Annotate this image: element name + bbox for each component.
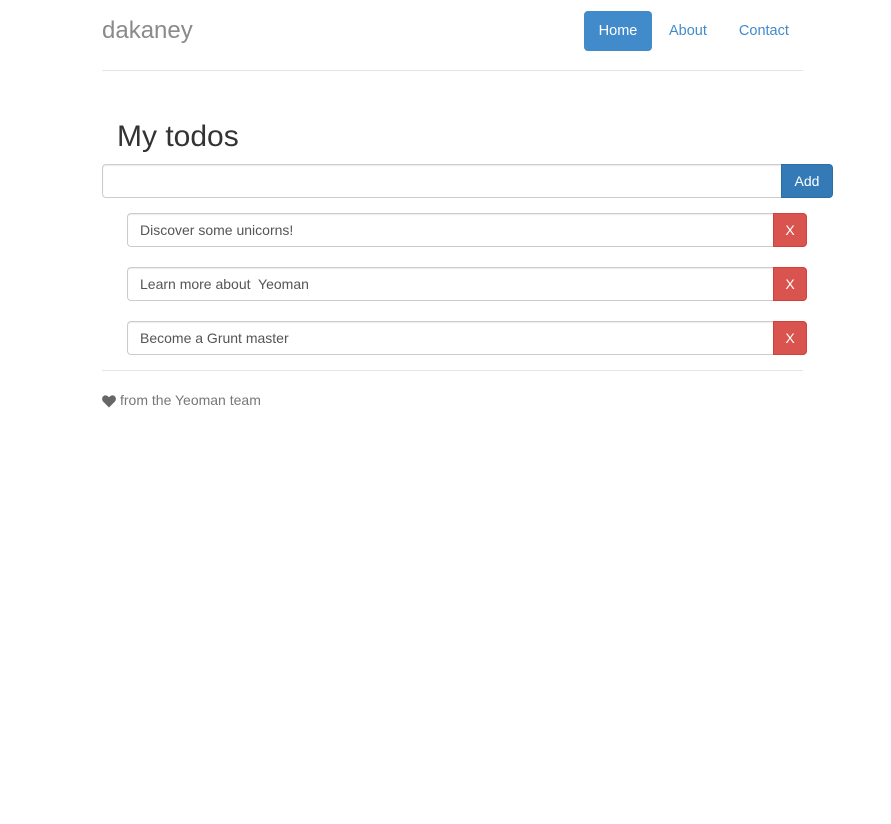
todo-item: X: [127, 321, 807, 355]
nav-item-home[interactable]: Home: [584, 11, 652, 51]
nav-item-about[interactable]: About: [653, 11, 723, 51]
todo-item: X: [127, 213, 807, 247]
add-todo-form: Add: [102, 164, 833, 198]
todo-text-input[interactable]: [127, 267, 773, 301]
todo-text-input[interactable]: [127, 213, 773, 247]
main-nav: Home About Contact: [584, 11, 805, 51]
footer-text: from the Yeoman team: [120, 392, 261, 408]
delete-todo-button[interactable]: X: [773, 321, 807, 355]
heart-icon: [102, 394, 116, 407]
new-todo-input[interactable]: [102, 164, 781, 198]
todo-text-input[interactable]: [127, 321, 773, 355]
add-todo-button[interactable]: Add: [781, 164, 833, 198]
header-divider: [102, 70, 803, 71]
delete-todo-button[interactable]: X: [773, 213, 807, 247]
footer: from the Yeoman team: [102, 391, 261, 409]
page-title: My todos: [117, 120, 239, 153]
nav-item-contact[interactable]: Contact: [723, 11, 805, 51]
brand-logo[interactable]: dakaney: [102, 17, 193, 45]
delete-todo-button[interactable]: X: [773, 267, 807, 301]
todo-item: X: [127, 267, 807, 301]
footer-divider: [102, 370, 803, 371]
todo-list: X X X: [127, 213, 807, 375]
